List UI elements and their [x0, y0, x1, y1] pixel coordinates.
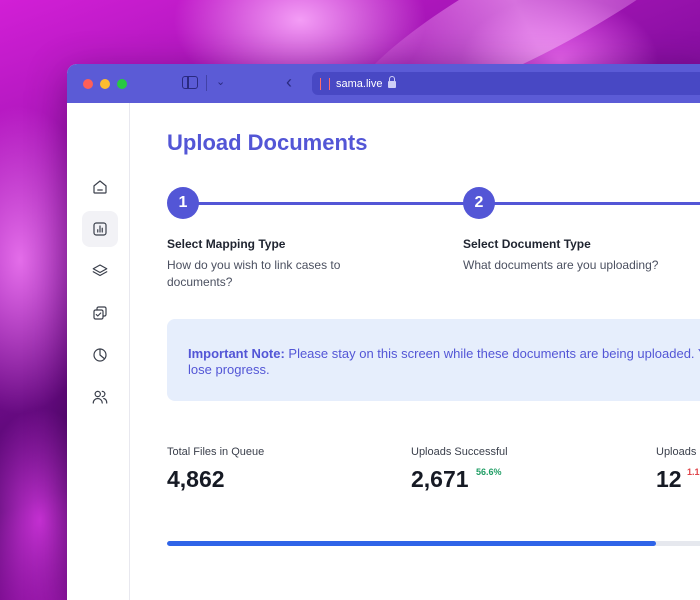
sidebar-item-analytics[interactable]: [82, 337, 118, 373]
upload-progress-fill: [167, 541, 656, 546]
app-sidebar: [67, 103, 130, 600]
sidebar-item-documents[interactable]: [82, 295, 118, 331]
address-bar[interactable]: sama.live: [312, 72, 700, 95]
maximize-window-button[interactable]: [117, 78, 127, 89]
stat-failed-value: 12: [656, 466, 682, 492]
stepper-track: [183, 202, 700, 205]
pie-chart-icon: [93, 348, 107, 362]
stat-successful-percent: 56.6%: [476, 467, 502, 477]
upload-progress-bar: [167, 541, 700, 546]
stat-successful-value: 2,671: [411, 466, 469, 492]
stat-failed-percent: 1.1: [687, 467, 700, 477]
bar-chart-icon: [93, 222, 107, 236]
back-arrow-icon[interactable]: ‹: [286, 72, 292, 93]
sidebar-toggle-icon[interactable]: [182, 76, 198, 89]
step-1-indicator[interactable]: 1: [167, 187, 199, 219]
sidebar-item-home[interactable]: [82, 169, 118, 205]
window-controls: [83, 78, 127, 89]
step-2-title: Select Document Type: [463, 237, 591, 251]
important-note-banner: Important Note: Please stay on this scre…: [167, 319, 700, 401]
main-content: Upload Documents 1 2 Select Mapping Type…: [167, 103, 700, 600]
stat-successful-label: Uploads Successful: [411, 446, 508, 458]
note-text-continued: lose progress.: [188, 362, 270, 377]
lock-icon: [388, 76, 397, 88]
stat-failed-label: Uploads: [656, 446, 697, 458]
toolbar-divider: [206, 75, 207, 91]
note-label: Important Note:: [188, 346, 285, 361]
page-title: Upload Documents: [167, 130, 368, 155]
step-2-description: What documents are you uploading?: [463, 258, 659, 272]
close-window-button[interactable]: [83, 78, 93, 89]
browser-titlebar: ⌄ ‹ sama.live: [67, 64, 700, 103]
home-icon: [93, 180, 107, 194]
documents-check-icon: [93, 306, 107, 320]
chevron-down-icon[interactable]: ⌄: [216, 75, 225, 88]
browser-window: ⌄ ‹ sama.live Upload Documents 1 2 Selec…: [67, 64, 700, 600]
url-text: sama.live: [336, 77, 383, 90]
sidebar-item-reports[interactable]: [82, 211, 118, 247]
note-text: Please stay on this screen while these d…: [284, 346, 700, 361]
step-1-description: How do you wish to link cases to documen…: [167, 258, 341, 289]
layers-icon: [92, 264, 108, 277]
users-icon: [92, 390, 108, 404]
step-1-title: Select Mapping Type: [167, 237, 286, 251]
stat-total-label: Total Files in Queue: [167, 446, 265, 458]
minimize-window-button[interactable]: [100, 78, 110, 89]
sidebar-item-users[interactable]: [82, 379, 118, 415]
stat-total-value: 4,862: [167, 466, 225, 492]
sidebar-item-layers[interactable]: [82, 253, 118, 289]
step-2-indicator[interactable]: 2: [463, 187, 495, 219]
site-favicon-icon: [320, 77, 330, 90]
